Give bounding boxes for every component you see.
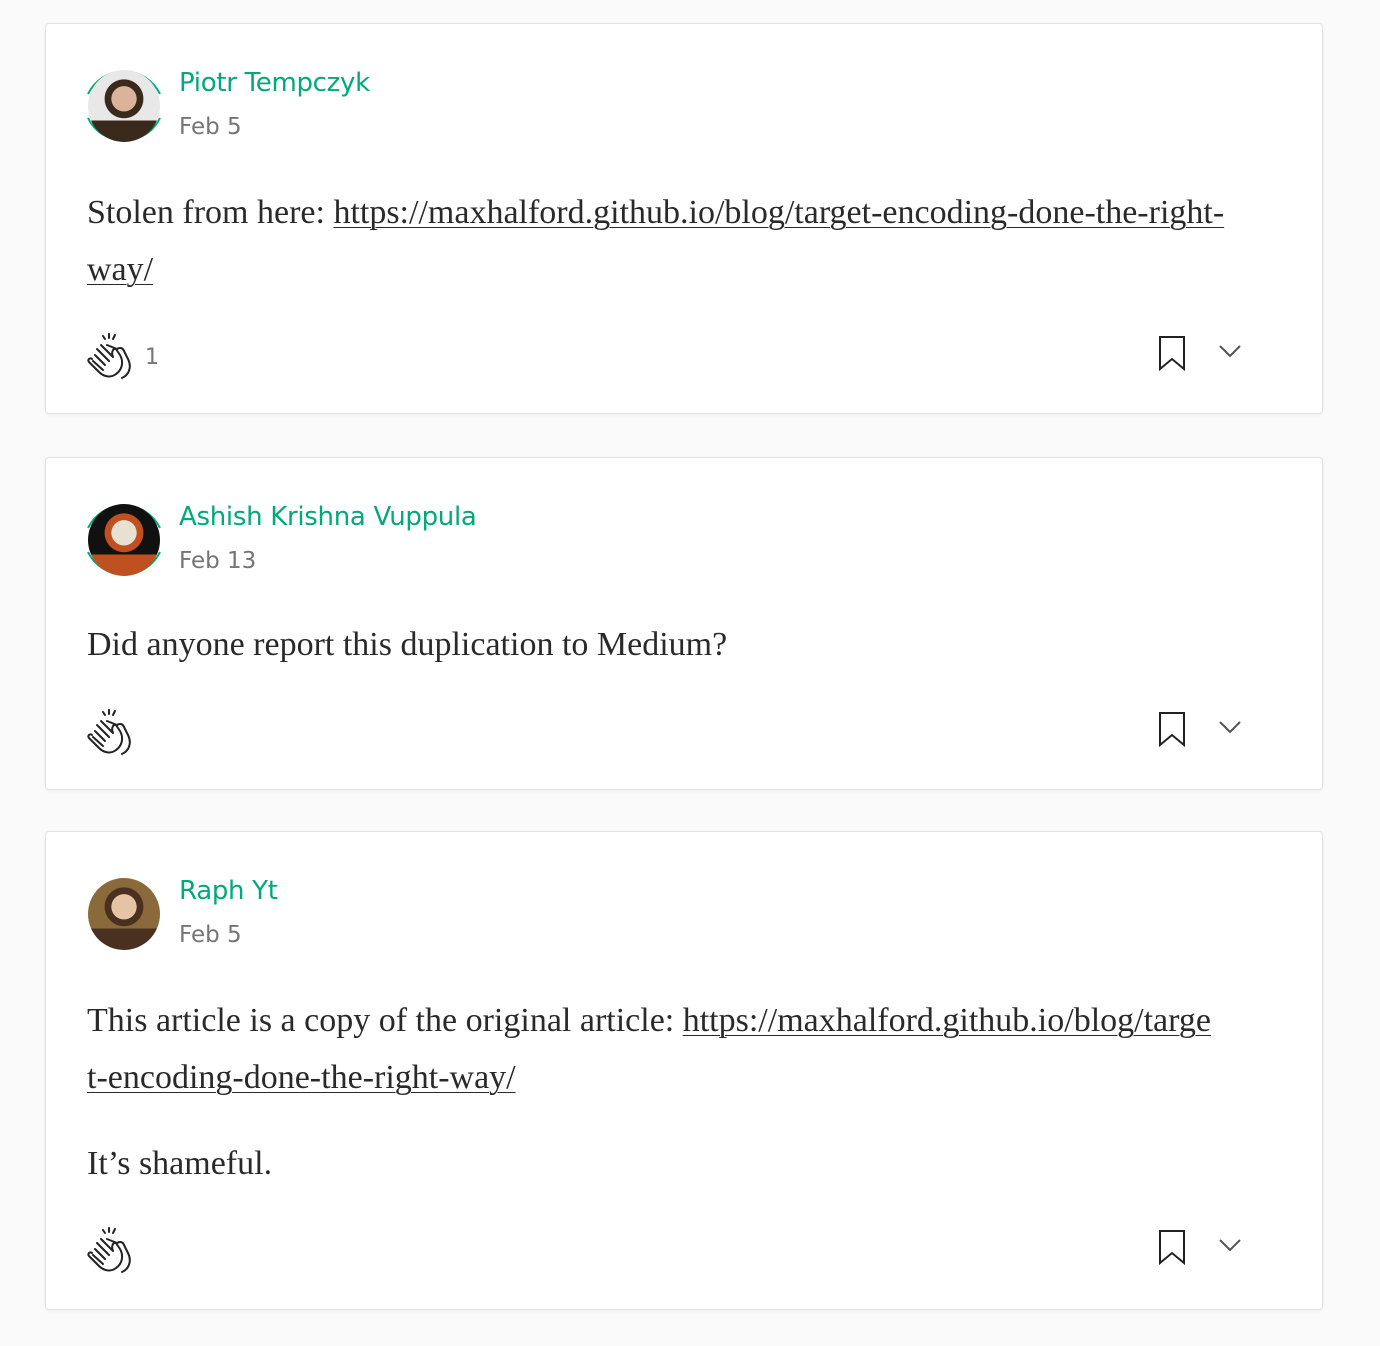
- comment-date[interactable]: Feb 5: [179, 922, 242, 948]
- author-name[interactable]: Ashish Krishna Vuppula: [179, 502, 477, 532]
- comment-card: Ashish Krishna Vuppula Feb 13 Did anyone…: [45, 457, 1323, 790]
- bookmark-icon[interactable]: [1158, 1229, 1186, 1269]
- avatar[interactable]: [82, 872, 166, 956]
- clap-count: 1: [145, 345, 159, 370]
- comment-text: Did anyone report this duplication to Me…: [87, 626, 728, 663]
- comment-body: Did anyone report this duplication to Me…: [87, 616, 1282, 702]
- chevron-down-icon[interactable]: [1218, 1237, 1242, 1256]
- comment-text: It’s shameful.: [87, 1145, 273, 1182]
- chevron-down-icon[interactable]: [1218, 719, 1242, 738]
- comment-card: Raph Yt Feb 5 This article is a copy of …: [45, 831, 1323, 1310]
- avatar-image: [88, 504, 160, 576]
- comment-card: Piotr Tempczyk Feb 5 Stolen from here: h…: [45, 23, 1323, 414]
- clap-icon[interactable]: [87, 707, 137, 761]
- bookmark-icon[interactable]: [1158, 335, 1186, 375]
- clap-icon[interactable]: [87, 1225, 137, 1279]
- comment-text: Stolen from here:: [87, 194, 334, 231]
- author-name[interactable]: Raph Yt: [179, 876, 278, 906]
- clap-icon[interactable]: [87, 331, 137, 385]
- author-name[interactable]: Piotr Tempczyk: [179, 68, 370, 98]
- comment-body: This article is a copy of the original a…: [87, 992, 1212, 1221]
- avatar-image: [88, 70, 160, 142]
- avatar[interactable]: [82, 498, 166, 582]
- comment-actions: [87, 707, 1278, 757]
- comment-actions: 1: [87, 331, 1278, 381]
- comment-body: Stolen from here: https://maxhalford.git…: [87, 184, 1282, 327]
- avatar[interactable]: [82, 64, 166, 148]
- comment-actions: [87, 1225, 1278, 1275]
- avatar-image: [88, 878, 160, 950]
- comment-date[interactable]: Feb 13: [179, 548, 256, 574]
- bookmark-icon[interactable]: [1158, 711, 1186, 751]
- comment-date[interactable]: Feb 5: [179, 114, 242, 140]
- chevron-down-icon[interactable]: [1218, 343, 1242, 362]
- comment-text: This article is a copy of the original a…: [87, 1002, 683, 1039]
